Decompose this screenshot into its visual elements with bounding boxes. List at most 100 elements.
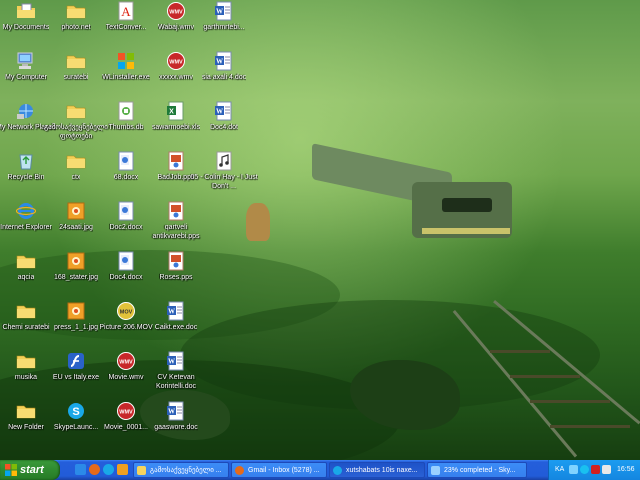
wmv-icon: WMV [116, 401, 136, 421]
firefox-icon [235, 466, 244, 475]
svg-text:WMV: WMV [119, 360, 133, 366]
wmv-icon: WMV [166, 1, 186, 21]
folder-icon [66, 51, 86, 71]
desktop-icon-label: 24saati.jpg [59, 224, 93, 231]
task-download[interactable]: 23% completed - Sky... [427, 462, 527, 478]
desktop-icon-label: CV Ketevan Korintelli.doc [155, 374, 197, 390]
desktop-icon[interactable]: Wsia axali 4.doc [190, 50, 258, 100]
network-tray-icon[interactable] [569, 465, 578, 474]
mp3-icon [214, 151, 234, 171]
word-doc-icon: W [214, 1, 234, 21]
desktop-icon-label: gaaswore.doc [154, 424, 198, 431]
language-indicator[interactable]: KA [555, 466, 564, 473]
desktop-icon-label: 05 - Colin Hay - I Just Don't ... [190, 174, 258, 190]
taskbar: start გამოსაქვეყნებელი ... Gmail - Inbox… [0, 460, 640, 480]
desktop-icon[interactable]: qartveli antikvarebi.pps [142, 200, 210, 250]
windows-logo-icon [5, 464, 17, 476]
desktop-icon-label: Doc4.dot [209, 124, 239, 131]
word-doc-icon: W [214, 101, 234, 121]
desktop-icon[interactable]: Roses.pps [142, 250, 210, 300]
desktop-icon-label: 68.docx [113, 174, 139, 181]
desktop-icon[interactable]: 05 - Colin Hay - I Just Don't ... [190, 150, 258, 200]
docx-icon [116, 151, 136, 171]
jpg-icon [66, 251, 86, 271]
svg-text:A: A [121, 4, 131, 19]
folder-icon [16, 351, 36, 371]
desktop-icon-label: qartveli antikvarebi.pps [152, 224, 200, 240]
desktop-icon[interactable]: W Caikt.exe.doc [142, 300, 210, 350]
task-gmail[interactable]: Gmail - Inbox (5278) ... [231, 462, 327, 478]
desktop-icon-label: Roses.pps [159, 274, 193, 281]
desktop-icon-label: musika [14, 374, 38, 381]
pps-icon [166, 151, 186, 171]
internet-explorer-icon [16, 201, 36, 221]
flash-icon [66, 351, 86, 371]
skype-quicklaunch-icon[interactable] [103, 464, 114, 475]
svg-text:WMV: WMV [169, 60, 183, 66]
svg-text:W: W [168, 408, 175, 416]
antivirus-tray-icon[interactable] [591, 465, 600, 474]
firefox-quicklaunch-icon[interactable] [89, 464, 100, 475]
start-label: start [20, 464, 44, 476]
docx-icon [116, 201, 136, 221]
desktop-icon-label: BadJob.pps [157, 174, 195, 181]
folder-icon [66, 151, 86, 171]
desktop-icon-label: Caikt.exe.doc [154, 324, 198, 331]
task-skype-chat[interactable]: xutshabats 10is naxe... [329, 462, 425, 478]
desktop-icon[interactable]: W CV Ketevan Korintelli.doc [142, 350, 210, 400]
desktop-icon-label: Thumbs.db [108, 124, 144, 131]
svg-text:W: W [216, 8, 223, 16]
pps-icon [166, 201, 186, 221]
desktop-icon[interactable]: W Doc4.dot [190, 100, 258, 150]
desktop-icon-label: My Computer [4, 74, 47, 81]
desktop-icon-label: Doc2.docx [109, 224, 143, 231]
task-folder[interactable]: გამოსაქვეყნებელი ... [133, 462, 229, 478]
svg-text:W: W [216, 108, 223, 116]
desktop-icon-label: ctx [71, 174, 81, 181]
word-doc-icon: W [214, 51, 234, 71]
recycle-bin-icon [16, 151, 36, 171]
word-doc-icon: W [166, 351, 186, 371]
svg-text:W: W [216, 58, 223, 66]
desktop-icon[interactable]: Wgarthmrtebi... [190, 0, 258, 50]
desktop-icon-label: TextConver... [105, 24, 147, 31]
svg-text:S: S [72, 406, 79, 418]
desktop[interactable]: My Documents photo.net A TextConver... WMV Wa… [0, 0, 640, 460]
task-label: 23% completed - Sky... [444, 467, 516, 474]
folder-docs-icon [16, 1, 36, 21]
download-icon [431, 466, 440, 475]
svg-text:MOV: MOV [120, 310, 133, 316]
desktop-icon-label: Wabaj.wmv [158, 24, 194, 31]
desktop-icon-label: aqcia [17, 274, 35, 281]
pps-icon [166, 251, 186, 271]
volume-tray-icon[interactable] [602, 465, 611, 474]
svg-text:W: W [168, 358, 175, 366]
folder-icon [16, 401, 36, 421]
folder-icon [16, 301, 36, 321]
skype-tray-icon[interactable] [580, 465, 589, 474]
ie-quicklaunch-icon[interactable] [75, 464, 86, 475]
train-image [312, 143, 512, 258]
desktop-icon[interactable]: Wgaaswore.doc [142, 400, 210, 450]
desktop-icon-label: Recycle Bin [7, 174, 45, 181]
task-label: გამოსაქვეყნებელი ... [150, 467, 222, 474]
skype-icon: S [66, 401, 86, 421]
desktop-icon-label: Movie.wmv [108, 374, 144, 381]
clock[interactable]: 16:56 [617, 466, 635, 473]
mov-icon: MOV [116, 301, 136, 321]
docx-icon [116, 251, 136, 271]
word-doc-icon: W [166, 401, 186, 421]
task-label: Gmail - Inbox (5278) ... [248, 467, 320, 474]
wmv-icon: WMV [166, 51, 186, 71]
desktop-icon-label: sia axali 4.doc [201, 74, 247, 81]
skype-icon [333, 466, 342, 475]
desktop-icon-label: xxxxx.wmv [159, 74, 193, 81]
svg-text:WMV: WMV [169, 10, 183, 16]
folder-icon [66, 101, 86, 121]
media-player-quicklaunch-icon[interactable] [117, 464, 128, 475]
desktop-icon-label: garthmrtebi... [203, 24, 245, 31]
start-button[interactable]: start [0, 460, 60, 480]
jpg-icon [66, 201, 86, 221]
acrobat-icon: A [116, 1, 136, 21]
system-tray: KA 16:56 [548, 460, 640, 480]
